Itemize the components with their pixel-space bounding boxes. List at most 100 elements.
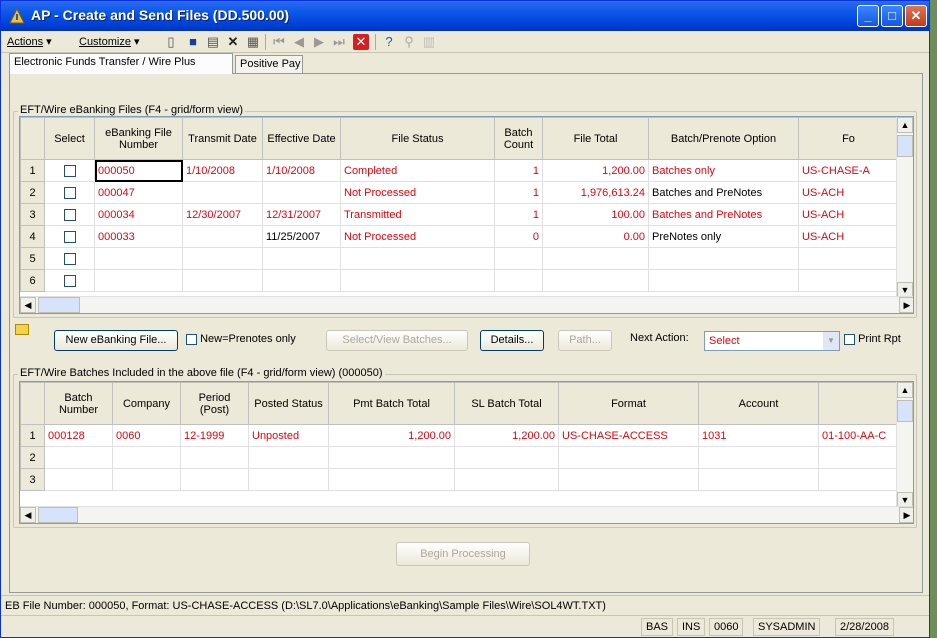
file-total-cell[interactable]: 1,976,613.24 — [542, 181, 649, 204]
file-total-cell[interactable]: 1,200.00 — [542, 159, 649, 182]
file-status-cell[interactable]: Not Processed — [340, 181, 495, 204]
maximize-button[interactable]: □ — [881, 5, 903, 27]
scroll-left-icon[interactable]: ◀ — [20, 507, 36, 523]
select-cell[interactable] — [44, 181, 95, 204]
table-row[interactable]: 3 — [20, 468, 899, 491]
save-icon[interactable]: ■ — [185, 34, 201, 50]
link-icon[interactable]: ⚲ — [401, 34, 417, 50]
batch-count-cell[interactable]: 1 — [494, 159, 543, 182]
chart-icon[interactable]: ▥ — [421, 34, 437, 50]
option-cell[interactable]: PreNotes only — [648, 225, 799, 248]
col-file-total[interactable]: File Total — [542, 117, 649, 160]
customize-menu[interactable]: Customize ▾ — [79, 35, 140, 48]
minimize-button[interactable]: _ — [857, 5, 879, 27]
scroll-thumb[interactable] — [38, 297, 80, 313]
transmit-date-cell[interactable] — [182, 225, 263, 248]
table-row[interactable]: 1 000050 1/10/2008 1/10/2008 Completed 1… — [20, 159, 899, 182]
sl-total-cell[interactable]: 1,200.00 — [454, 424, 559, 447]
col-batch-number[interactable]: Batch Number — [44, 382, 113, 425]
chevron-down-icon[interactable]: ▼ — [823, 332, 839, 350]
format-cell[interactable]: US-ACH — [798, 203, 899, 226]
effective-date-cell[interactable]: 11/25/2007 — [262, 225, 341, 248]
col-sl-batch-total[interactable]: SL Batch Total — [454, 382, 559, 425]
path-button[interactable]: Path... — [558, 330, 612, 351]
select-checkbox[interactable] — [63, 164, 76, 177]
table-row[interactable]: 1 000128 0060 12-1999 Unposted 1,200.00 … — [20, 424, 899, 447]
effective-date-cell[interactable] — [262, 181, 341, 204]
file-status-cell[interactable]: Not Processed — [340, 225, 495, 248]
batch-count-cell[interactable]: 0 — [494, 225, 543, 248]
scroll-right-icon[interactable]: ▶ — [899, 297, 913, 313]
close-form-icon[interactable]: ✕ — [353, 34, 369, 50]
select-checkbox[interactable] — [63, 230, 76, 243]
posted-status-cell[interactable]: Unposted — [248, 424, 329, 447]
file-number-cell[interactable]: 000033 — [94, 225, 183, 248]
scroll-left-icon[interactable]: ◀ — [20, 297, 36, 313]
select-checkbox[interactable] — [63, 274, 76, 287]
batch-count-cell[interactable]: 1 — [494, 181, 543, 204]
prenotes-only-checkbox[interactable] — [186, 333, 197, 345]
prenotes-only-option[interactable]: New=Prenotes only — [186, 333, 296, 345]
file-total-cell[interactable]: 0.00 — [542, 225, 649, 248]
print-rpt-option[interactable]: Print Rpt — [844, 333, 901, 345]
transmit-date-cell[interactable]: 1/10/2008 — [182, 159, 263, 182]
extra-cell[interactable]: 01-100-AA-C — [818, 424, 899, 447]
row-number[interactable]: 5 — [20, 247, 45, 270]
file-status-cell[interactable]: Completed — [340, 159, 495, 182]
new-icon[interactable]: ▯ — [163, 34, 179, 50]
format-cell[interactable]: US-CHASE-A — [798, 159, 899, 182]
row-number[interactable]: 1 — [20, 159, 45, 182]
col-posted-status[interactable]: Posted Status — [248, 382, 329, 425]
row-number[interactable]: 4 — [20, 225, 45, 248]
batch-count-cell[interactable]: 1 — [494, 203, 543, 226]
details-button[interactable]: Details... — [480, 330, 544, 351]
begin-processing-button[interactable]: Begin Processing — [396, 542, 530, 566]
actions-menu[interactable]: Actions ▾ — [7, 35, 52, 48]
col-pmt-batch-total[interactable]: Pmt Batch Total — [328, 382, 455, 425]
account-cell[interactable]: 1031 — [698, 424, 819, 447]
col-file-number[interactable]: eBanking File Number — [94, 117, 183, 160]
files-horizontal-scrollbar[interactable]: ◀ ▶ — [20, 296, 913, 313]
format-cell[interactable]: US-ACH — [798, 225, 899, 248]
select-cell[interactable] — [44, 225, 95, 248]
table-row[interactable]: 2 — [20, 446, 899, 469]
col-format[interactable]: Format — [558, 382, 699, 425]
company-cell[interactable]: 0060 — [112, 424, 181, 447]
next-icon[interactable]: ▶ — [311, 34, 327, 50]
select-checkbox[interactable] — [63, 252, 76, 265]
close-button[interactable]: ✕ — [905, 5, 927, 27]
scroll-thumb[interactable] — [38, 507, 78, 523]
col-select[interactable]: Select — [44, 117, 95, 160]
tab-positive-pay[interactable]: Positive Pay — [235, 55, 303, 73]
table-row[interactable]: 4 000033 11/25/2007 Not Processed 0 0.00… — [20, 225, 899, 248]
select-cell[interactable] — [44, 247, 95, 270]
col-period[interactable]: Period (Post) — [180, 382, 249, 425]
col-effective-date[interactable]: Effective Date — [262, 117, 341, 160]
first-icon[interactable]: ⏮ — [271, 34, 287, 50]
previous-icon[interactable]: ◀ — [291, 34, 307, 50]
pmt-total-cell[interactable]: 1,200.00 — [328, 424, 455, 447]
col-file-status[interactable]: File Status — [340, 117, 495, 160]
row-number[interactable]: 2 — [20, 446, 45, 469]
file-status-cell[interactable]: Transmitted — [340, 203, 495, 226]
select-checkbox[interactable] — [63, 208, 76, 221]
scroll-right-icon[interactable]: ▶ — [899, 507, 913, 523]
table-row[interactable]: 6 — [20, 269, 899, 292]
col-company[interactable]: Company — [112, 382, 181, 425]
col-batch-prenote-option[interactable]: Batch/Prenote Option — [648, 117, 799, 160]
col-transmit-date[interactable]: Transmit Date — [182, 117, 263, 160]
tab-eft-wire[interactable]: Electronic Funds Transfer / Wire Plus — [9, 53, 233, 74]
file-number-cell[interactable]: 000034 — [94, 203, 183, 226]
table-row[interactable]: 2 000047 Not Processed 1 1,976,613.24 Ba… — [20, 181, 899, 204]
file-number-cell[interactable]: 000050 — [94, 159, 183, 182]
batches-vertical-scrollbar[interactable]: ▲ ▼ — [896, 382, 913, 508]
transmit-date-cell[interactable]: 12/30/2007 — [182, 203, 263, 226]
row-number[interactable]: 3 — [20, 468, 45, 491]
title-bar[interactable]: AP - Create and Send Files (DD.500.00) _… — [1, 1, 929, 31]
last-icon[interactable]: ⏭ — [331, 34, 347, 50]
table-row[interactable]: 5 — [20, 247, 899, 270]
row-number[interactable]: 6 — [20, 269, 45, 292]
scroll-thumb[interactable] — [897, 135, 913, 157]
col-extra[interactable] — [818, 382, 899, 425]
transmit-date-cell[interactable] — [182, 181, 263, 204]
